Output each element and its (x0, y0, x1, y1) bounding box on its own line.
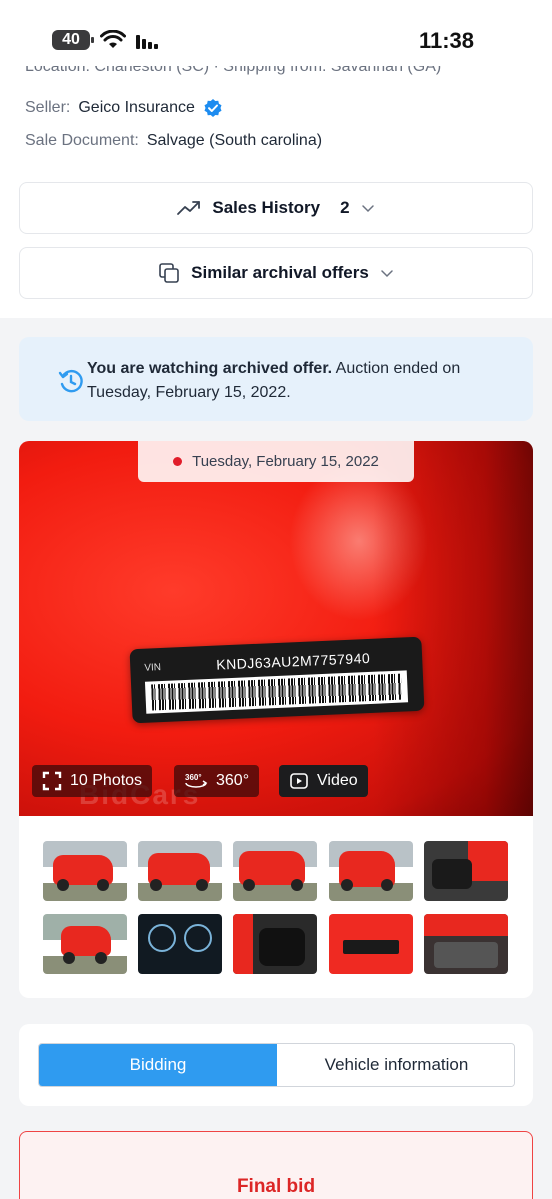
auction-date: Tuesday, February 15, 2022 (192, 453, 379, 470)
trending-up-icon (177, 201, 201, 215)
status-icons: 40 (52, 30, 160, 50)
photo-gallery: Tuesday, February 15, 2022 VIN KNDJ63AU2… (19, 441, 533, 998)
similar-offers-button[interactable]: Similar archival offers (19, 247, 533, 299)
photo-shade (373, 441, 533, 816)
vin-number: KNDJ63AU2M7757940 (215, 649, 371, 673)
sales-history-label: Sales History (212, 198, 321, 217)
red-dot-icon (173, 457, 183, 466)
fullscreen-icon (42, 771, 62, 791)
tab-vehicle-information[interactable]: Vehicle information (277, 1044, 514, 1086)
view-360-button[interactable]: 360° 360° (174, 765, 260, 797)
sale-document-row: Sale Document: Salvage (South carolina) (25, 132, 322, 150)
similar-offers-label: Similar archival offers (191, 263, 369, 282)
photos-button[interactable]: 10 Photos (32, 765, 153, 797)
barcode (144, 670, 409, 714)
battery-level: 40 (62, 31, 80, 48)
clock: 11:38 (418, 28, 474, 53)
video-label: Video (317, 772, 358, 789)
video-button[interactable]: Video (279, 765, 368, 797)
tabs-card: Bidding Vehicle information (19, 1024, 533, 1106)
history-icon (58, 369, 83, 393)
tab-bar: Bidding Vehicle information (38, 1043, 515, 1087)
vin-prefix: VIN (144, 662, 162, 674)
notice-title: You are watching archived offer. (87, 360, 333, 377)
thumbnail[interactable] (43, 841, 127, 901)
wifi-icon (100, 30, 126, 48)
auction-date-badge: Tuesday, February 15, 2022 (138, 441, 414, 482)
thumbnail[interactable] (424, 841, 508, 901)
svg-text:360°: 360° (185, 773, 202, 782)
rotate-360-icon: 360° (185, 773, 208, 788)
thumbnail[interactable] (233, 914, 317, 974)
battery-icon: 40 (52, 30, 94, 50)
tab-bidding[interactable]: Bidding (39, 1044, 277, 1086)
copy-icon (159, 263, 179, 283)
thumbnail[interactable] (329, 841, 413, 901)
location-row: Location: Charleston (SC) · Shipping fro… (25, 66, 442, 75)
main-photo[interactable]: Tuesday, February 15, 2022 VIN KNDJ63AU2… (19, 441, 533, 816)
final-bid-label: Final bid (236, 1176, 316, 1197)
thumbnail[interactable] (424, 914, 508, 974)
archived-offer-notice: You are watching archived offer. Auction… (19, 337, 533, 421)
play-icon (290, 773, 308, 789)
seller-value: Geico Insurance (78, 99, 195, 116)
final-bid-panel: Final bid (19, 1131, 533, 1199)
photos-count: 10 Photos (70, 772, 143, 789)
sale-document-label: Sale Document: (25, 132, 139, 149)
seller-label: Seller: (25, 99, 71, 116)
thumbnail[interactable] (233, 841, 317, 901)
chevron-down-icon (361, 205, 374, 213)
vehicle-details: Location: Charleston (SC) · Shipping fro… (0, 66, 552, 318)
thumbnail[interactable] (43, 914, 127, 974)
seller-row: Seller: Geico Insurance (25, 98, 223, 118)
vin-sticker: VIN KNDJ63AU2M7757940 (129, 636, 425, 724)
thumbnail[interactable] (138, 841, 222, 901)
sales-history-button[interactable]: Sales History 2 (19, 182, 533, 234)
verified-badge-icon (204, 99, 222, 117)
chevron-down-icon (381, 270, 393, 278)
sale-document-value: Salvage (South carolina) (146, 132, 323, 149)
thumbnail[interactable] (329, 914, 413, 974)
status-bar: 40 11:38 (0, 0, 552, 66)
signal-icon (136, 35, 158, 49)
thumbnail[interactable] (138, 914, 222, 974)
sales-history-count: 2 (340, 198, 350, 217)
view-360-label: 360° (216, 772, 250, 789)
